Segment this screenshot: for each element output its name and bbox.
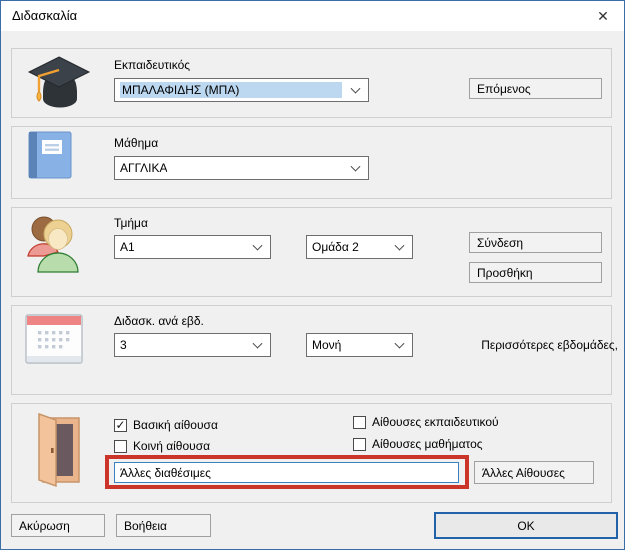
ok-button[interactable]: OK xyxy=(434,512,618,539)
calendar-icon xyxy=(25,314,83,364)
teacher-combobox-value: ΜΠΑΛΑΦΙΔΗΣ (ΜΠΑ) xyxy=(120,82,342,98)
add-class-button[interactable]: Προσθήκη xyxy=(469,262,602,283)
chevron-down-icon xyxy=(253,339,263,349)
checkbox-unchecked-icon xyxy=(114,440,127,453)
more-weeks-link[interactable]: Περισσότερες εβδομάδες, xyxy=(481,338,618,352)
teacher-combobox[interactable]: ΜΠΑΛΑΦΙΔΗΣ (ΜΠΑ) xyxy=(114,78,369,102)
teaching-dialog: Διδασκαλία ✕ Εκπαιδευτικός ΜΠΑΛΑΦΙΔΗΣ (Μ… xyxy=(0,0,625,550)
periods-combobox[interactable]: 3 xyxy=(114,333,271,357)
door-icon xyxy=(29,411,83,491)
checkbox-teacher-rooms[interactable]: Αίθουσες εκπαιδευτικού xyxy=(353,415,499,429)
subject-combobox[interactable]: ΑΓΓΛΙΚΑ xyxy=(114,156,369,180)
join-classes-button[interactable]: Σύνδεση xyxy=(469,232,602,253)
help-button[interactable]: Βοήθεια xyxy=(116,514,211,537)
checkbox-shared-room-label: Κοινή αίθουσα xyxy=(133,439,210,453)
checkbox-subject-rooms[interactable]: Αίθουσες μαθήματος xyxy=(353,437,483,451)
periods-combobox-value: 3 xyxy=(120,338,127,352)
teacher-label: Εκπαιδευτικός xyxy=(114,58,190,72)
rooms-section xyxy=(11,403,612,503)
chevron-down-icon xyxy=(395,241,405,251)
week-type-combobox-value: Μονή xyxy=(312,338,341,352)
subject-combobox-value: ΑΓΓΛΙΚΑ xyxy=(120,161,167,175)
other-rooms-button[interactable]: Άλλες Αίθουσες xyxy=(474,461,594,484)
other-available-rooms-input[interactable] xyxy=(114,462,459,483)
checkbox-unchecked-icon xyxy=(353,438,366,451)
chevron-down-icon xyxy=(395,339,405,349)
cancel-button[interactable]: Ακύρωση xyxy=(11,514,105,537)
group-combobox-value: Ομάδα 2 xyxy=(312,240,359,254)
class-label: Τμήμα xyxy=(114,216,148,230)
close-icon[interactable]: ✕ xyxy=(586,1,620,31)
week-type-combobox[interactable]: Μονή xyxy=(306,333,413,357)
students-icon xyxy=(21,212,83,276)
checkbox-main-room-label: Βασική αίθουσα xyxy=(133,418,218,432)
checkbox-subject-rooms-label: Αίθουσες μαθήματος xyxy=(372,437,483,451)
graduation-cap-icon xyxy=(25,53,93,111)
checkbox-shared-room[interactable]: Κοινή αίθουσα xyxy=(114,439,210,453)
dialog-title: Διδασκαλία xyxy=(12,1,77,31)
checkbox-main-room[interactable]: ✓ Βασική αίθουσα xyxy=(114,418,218,432)
book-icon xyxy=(28,131,72,179)
subject-label: Μάθημα xyxy=(114,136,158,150)
periods-label: Διδασκ. ανά εβδ. xyxy=(114,314,204,328)
checkbox-teacher-rooms-label: Αίθουσες εκπαιδευτικού xyxy=(372,415,499,429)
chevron-down-icon xyxy=(351,84,361,94)
class-combobox-value: A1 xyxy=(120,240,135,254)
class-combobox[interactable]: A1 xyxy=(114,235,271,259)
titlebar: Διδασκαλία ✕ xyxy=(1,1,624,31)
next-teacher-button[interactable]: Επόμενος xyxy=(469,78,602,99)
chevron-down-icon xyxy=(351,162,361,172)
chevron-down-icon xyxy=(253,241,263,251)
group-combobox[interactable]: Ομάδα 2 xyxy=(306,235,413,259)
checkbox-checked-icon: ✓ xyxy=(114,419,127,432)
checkbox-unchecked-icon xyxy=(353,416,366,429)
